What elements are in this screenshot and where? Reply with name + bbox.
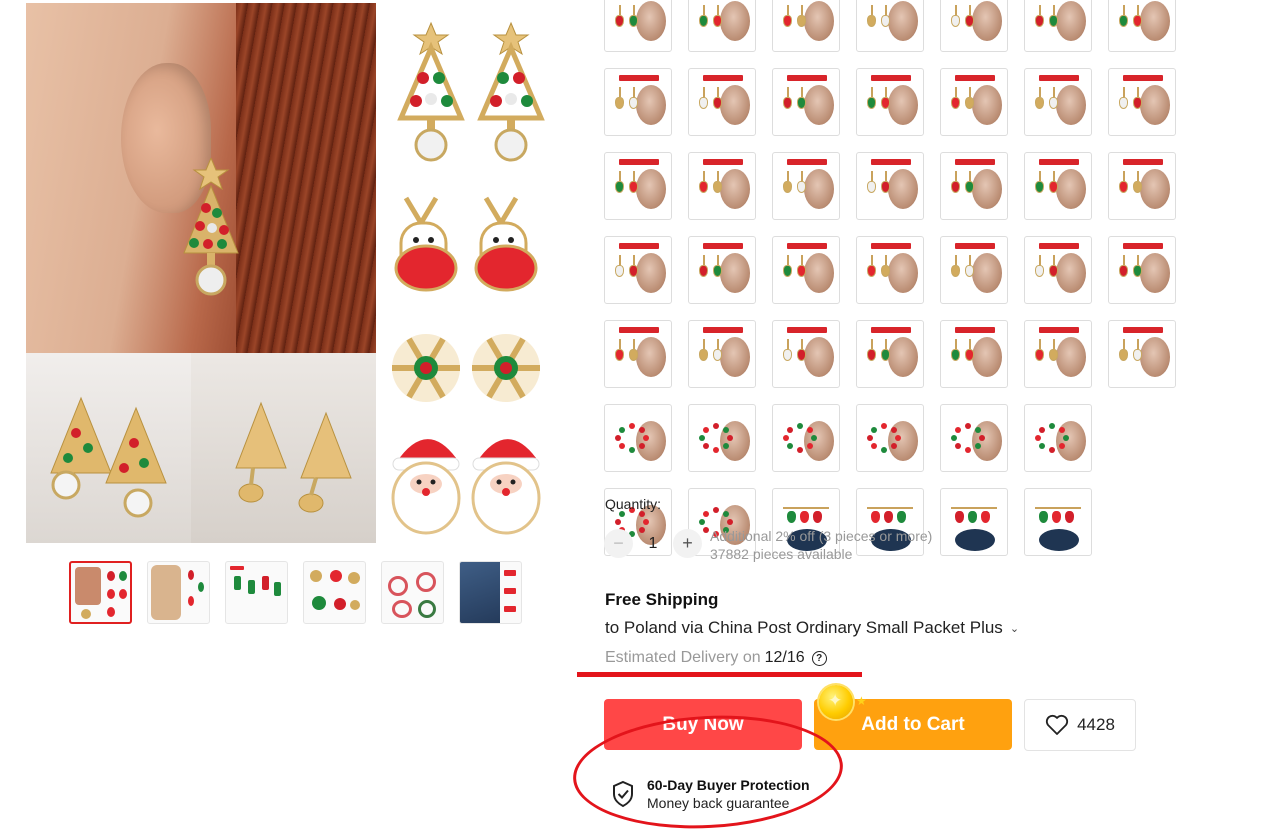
variant-option[interactable] <box>1024 0 1092 52</box>
variant-option[interactable] <box>940 0 1008 52</box>
variant-option[interactable] <box>772 152 840 220</box>
variant-option[interactable] <box>1108 236 1176 304</box>
estimated-delivery: Estimated Delivery on 12/16 ? <box>605 649 827 667</box>
variant-option[interactable] <box>688 404 756 472</box>
variant-option[interactable] <box>772 236 840 304</box>
quantity-decrease-button[interactable]: − <box>604 529 633 558</box>
variant-option[interactable] <box>772 68 840 136</box>
variant-option[interactable] <box>688 236 756 304</box>
heart-icon <box>1045 714 1069 735</box>
variant-option[interactable] <box>604 0 672 52</box>
variant-option[interactable] <box>856 152 924 220</box>
variant-option[interactable] <box>1108 152 1176 220</box>
earring-back-photo <box>191 353 376 543</box>
shipping-destination: to Poland via China Post Ordinary Small … <box>605 618 1003 637</box>
thumbnail-6[interactable] <box>459 561 522 624</box>
shipping-method-selector[interactable]: to Poland via China Post Ordinary Small … <box>605 618 1019 638</box>
shipping-title: Free Shipping <box>605 590 719 609</box>
variant-option[interactable] <box>1108 320 1176 388</box>
delivery-date: 12/16 <box>764 649 805 666</box>
variant-option[interactable] <box>604 236 672 304</box>
variant-option[interactable] <box>604 152 672 220</box>
variant-option[interactable] <box>1024 68 1092 136</box>
variant-option[interactable] <box>940 236 1008 304</box>
quantity-increase-button[interactable]: + <box>673 529 702 558</box>
variant-option[interactable] <box>772 0 840 52</box>
santa-earrings-photo <box>381 418 566 543</box>
variant-option[interactable] <box>1024 152 1092 220</box>
bulk-discount-note: Additional 2% off (3 pieces or more) <box>710 528 933 544</box>
variant-option[interactable] <box>940 488 1008 556</box>
thumbnail-4[interactable] <box>303 561 366 624</box>
reindeer-earrings-photo <box>381 178 566 318</box>
chevron-down-icon: ⌄ <box>1009 622 1020 635</box>
variant-option[interactable] <box>856 68 924 136</box>
variant-option[interactable] <box>604 68 672 136</box>
variant-option[interactable] <box>856 236 924 304</box>
wishlist-count: 4428 <box>1077 715 1115 734</box>
thumbnail-1[interactable] <box>69 561 132 624</box>
thumbnail-3[interactable] <box>225 561 288 624</box>
variant-option[interactable] <box>856 0 924 52</box>
variant-option[interactable] <box>940 152 1008 220</box>
variant-option[interactable] <box>1108 0 1176 52</box>
help-icon[interactable]: ? <box>811 650 827 666</box>
thumbnail-5[interactable] <box>381 561 444 624</box>
stock-available: 37882 pieces available <box>710 546 853 562</box>
model-ear-photo <box>26 3 376 353</box>
variant-option[interactable] <box>604 404 672 472</box>
snowflake-earrings-photo <box>381 318 566 418</box>
red-underline-annotation <box>577 672 862 677</box>
variant-option[interactable] <box>688 0 756 52</box>
thumbnail-2[interactable] <box>147 561 210 624</box>
quantity-stepper: − 1 + <box>604 529 702 558</box>
variant-option[interactable] <box>688 320 756 388</box>
variant-option[interactable] <box>1024 236 1092 304</box>
variant-option[interactable] <box>940 320 1008 388</box>
variant-option[interactable] <box>1108 68 1176 136</box>
variant-option[interactable] <box>688 68 756 136</box>
wishlist-button[interactable]: 4428 <box>1024 699 1136 751</box>
variant-option[interactable] <box>604 320 672 388</box>
variant-option[interactable] <box>772 320 840 388</box>
main-product-image[interactable] <box>26 3 566 543</box>
variant-option[interactable] <box>856 404 924 472</box>
variant-option[interactable] <box>772 404 840 472</box>
sparkle-icon: ★ <box>856 694 867 708</box>
delivery-label: Estimated Delivery on <box>605 649 761 666</box>
quantity-info: Additional 2% off (3 pieces or more) 378… <box>710 527 932 563</box>
variant-option[interactable] <box>856 320 924 388</box>
quantity-input[interactable]: 1 <box>633 535 673 553</box>
variant-option[interactable] <box>1024 404 1092 472</box>
variant-option[interactable] <box>1024 488 1092 556</box>
thumbnail-strip <box>69 561 522 624</box>
variant-option[interactable] <box>1024 320 1092 388</box>
coin-badge-icon: ✦ <box>819 685 853 719</box>
quantity-label: Quantity: <box>605 496 662 512</box>
variant-option[interactable] <box>940 404 1008 472</box>
variant-option[interactable] <box>688 152 756 220</box>
variant-option[interactable] <box>940 68 1008 136</box>
tree-earring-icon <box>183 158 239 296</box>
tree-earrings-product-photo <box>381 3 566 178</box>
tree-earrings-pair-photo <box>26 353 191 543</box>
